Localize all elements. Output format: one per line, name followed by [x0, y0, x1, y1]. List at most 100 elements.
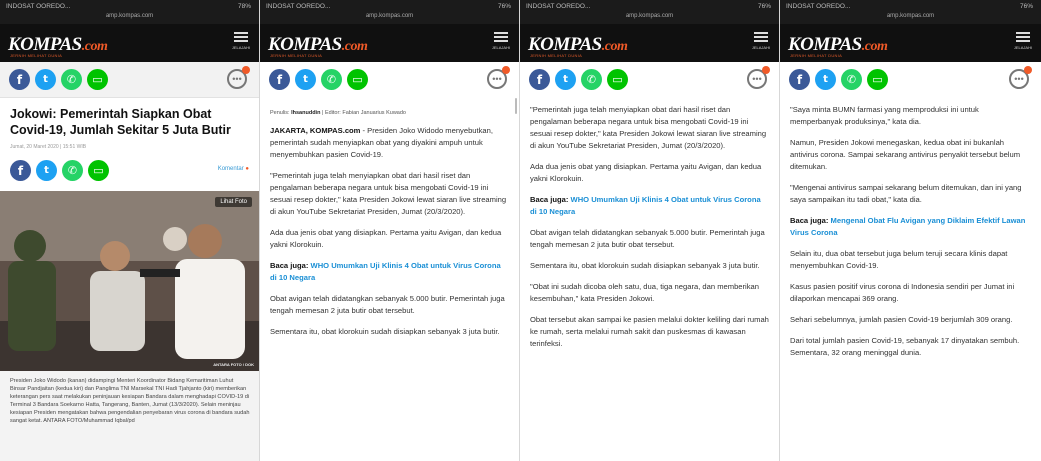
- photo-credit: ANTARA FOTO / DOK: [213, 362, 254, 367]
- share-bar: f t ✆ ▭ •••: [520, 62, 779, 98]
- status-bar: INDOSAT OOREDO... 76% amp.kompas.com: [260, 0, 519, 24]
- facebook-icon[interactable]: f: [789, 69, 810, 90]
- paragraph: Sehari sebelumnya, jumlah pasien Covid-1…: [790, 315, 1013, 324]
- lihat-foto-button[interactable]: Lihat Foto: [215, 197, 252, 207]
- paragraph: "Obat ini sudah dicoba oleh satu, dua, t…: [530, 282, 759, 303]
- phone-screen-1: INDOSAT OOREDO... 78% amp.kompas.com KOM…: [0, 0, 260, 461]
- battery: 76%: [757, 3, 771, 10]
- photo-caption: Presiden Joko Widodo (kanan) didampingi …: [0, 371, 259, 461]
- menu-button[interactable]: JELAJAHI: [491, 30, 511, 56]
- comment-icon[interactable]: •••: [1009, 66, 1032, 89]
- share-bar: f t ✆ ▭ •••: [260, 62, 519, 98]
- menu-button[interactable]: JELAJAHI: [751, 30, 771, 56]
- notification-badge: [502, 66, 510, 74]
- paragraph: Obat tersebut akan sampai ke pasien mela…: [530, 315, 769, 348]
- menu-button[interactable]: JELAJAHI: [231, 30, 251, 56]
- paragraph: Kasus pasien positif virus corona di Ind…: [790, 282, 1015, 303]
- twitter-icon[interactable]: t: [35, 69, 56, 90]
- whatsapp-icon[interactable]: ✆: [62, 160, 83, 181]
- share-bar: f t ✆ ▭ •••: [0, 62, 259, 98]
- line-icon[interactable]: ▭: [88, 160, 109, 181]
- url-bar[interactable]: amp.kompas.com: [780, 13, 1041, 19]
- line-icon[interactable]: ▭: [87, 69, 108, 90]
- facebook-icon[interactable]: f: [269, 69, 290, 90]
- carrier: INDOSAT OOREDO...: [786, 3, 851, 10]
- line-icon[interactable]: ▭: [347, 69, 368, 90]
- article-date: Jumat, 20 Maret 2020 | 15:51 WIB: [10, 144, 87, 150]
- baca-juga: Baca juga: WHO Umumkan Uji Klinis 4 Obat…: [530, 195, 761, 216]
- site-header: KOMPAS.com JERNIH MELIHAT DUNIA JELAJAHI: [780, 24, 1041, 62]
- line-icon[interactable]: ▭: [867, 69, 888, 90]
- comment-icon[interactable]: •••: [747, 66, 770, 89]
- tagline: JERNIH MELIHAT DUNIA: [790, 53, 843, 58]
- carrier: INDOSAT OOREDO...: [266, 3, 331, 10]
- carrier: INDOSAT OOREDO...: [526, 3, 591, 10]
- twitter-icon[interactable]: t: [815, 69, 836, 90]
- notification-badge: [762, 66, 770, 74]
- phone-screen-2: INDOSAT OOREDO... 76% amp.kompas.com KOM…: [260, 0, 520, 461]
- paragraph: Dari total jumlah pasien Covid-19, seban…: [790, 336, 1020, 357]
- menu-icon: [494, 32, 508, 42]
- baca-juga: Baca juga: WHO Umumkan Uji Klinis 4 Obat…: [270, 261, 501, 282]
- site-header: KOMPAS.com JERNIH MELIHAT DUNIA JELAJAHI: [260, 24, 519, 62]
- status-bar: INDOSAT OOREDO... 78% amp.kompas.com: [0, 0, 259, 24]
- paragraph: Sementara itu, obat klorokuin sudah disi…: [270, 327, 500, 336]
- paragraph: Sementara itu, obat klorokuin sudah disi…: [530, 261, 760, 270]
- whatsapp-icon[interactable]: ✆: [581, 69, 602, 90]
- url-bar[interactable]: amp.kompas.com: [260, 13, 519, 19]
- menu-icon: [1016, 32, 1030, 42]
- whatsapp-icon[interactable]: ✆: [61, 69, 82, 90]
- tagline: JERNIH MELIHAT DUNIA: [270, 53, 323, 58]
- notification-badge: [1024, 66, 1032, 74]
- facebook-icon[interactable]: f: [9, 69, 30, 90]
- paragraph: "Mengenai antivirus sampai sekarang belu…: [790, 183, 1022, 204]
- whatsapp-icon[interactable]: ✆: [841, 69, 862, 90]
- whatsapp-icon[interactable]: ✆: [321, 69, 342, 90]
- paragraph: JAKARTA, KOMPAS.com - Presiden Joko Wido…: [270, 126, 493, 159]
- article-photo[interactable]: Lihat Foto ANTARA FOTO / DOK: [0, 191, 259, 371]
- paragraph: "Saya minta BUMN farmasi yang memproduks…: [790, 105, 979, 126]
- tagline: JERNIH MELIHAT DUNIA: [10, 53, 63, 58]
- menu-icon: [234, 32, 248, 42]
- share-row: f t ✆ ▭ Komentar ●: [10, 158, 249, 186]
- phone-screen-4: INDOSAT OOREDO... 76% amp.kompas.com KOM…: [780, 0, 1041, 461]
- site-header: KOMPAS.com JERNIH MELIHAT DUNIA JELAJAHI: [520, 24, 779, 62]
- url-bar[interactable]: amp.kompas.com: [0, 13, 259, 19]
- article-headline: Jokowi: Pemerintah Siapkan Obat Covid-19…: [10, 107, 231, 137]
- comment-icon[interactable]: •••: [227, 66, 250, 89]
- facebook-icon[interactable]: f: [529, 69, 550, 90]
- byline: Penulis: Ihsanuddin | Editor: Fabian Jan…: [270, 110, 406, 116]
- battery: 76%: [1019, 3, 1033, 10]
- paragraph: Selain itu, dua obat tersebut juga belum…: [790, 249, 1008, 270]
- scrollbar[interactable]: [515, 98, 517, 114]
- twitter-icon[interactable]: t: [555, 69, 576, 90]
- photo-illustration: [0, 191, 259, 371]
- carrier: INDOSAT OOREDO...: [6, 3, 71, 10]
- baca-juga: Baca juga: Mengenal Obat Flu Avigan yang…: [790, 216, 1026, 237]
- notification-badge: [242, 66, 250, 74]
- paragraph: "Pemerintah juga telah menyiapkan obat d…: [270, 171, 507, 216]
- comment-icon[interactable]: •••: [487, 66, 510, 89]
- url-bar[interactable]: amp.kompas.com: [520, 13, 779, 19]
- battery: 76%: [497, 3, 511, 10]
- tagline: JERNIH MELIHAT DUNIA: [530, 53, 583, 58]
- line-icon[interactable]: ▭: [607, 69, 628, 90]
- paragraph: Obat avigan telah didatangkan sebanyak 5…: [530, 228, 765, 249]
- twitter-icon[interactable]: t: [36, 160, 57, 181]
- komentar-link[interactable]: Komentar ●: [218, 166, 249, 172]
- menu-button[interactable]: JELAJAHI: [1013, 30, 1033, 56]
- paragraph: "Pemerintah juga telah menyiapkan obat d…: [530, 105, 767, 150]
- paragraph: Ada dua jenis obat yang disiapkan. Perta…: [530, 162, 762, 183]
- facebook-icon[interactable]: f: [10, 160, 31, 181]
- twitter-icon[interactable]: t: [295, 69, 316, 90]
- site-header: KOMPAS.com JERNIH MELIHAT DUNIA JELAJAHI: [0, 24, 259, 62]
- status-bar: INDOSAT OOREDO... 76% amp.kompas.com: [520, 0, 779, 24]
- phone-screen-3: INDOSAT OOREDO... 76% amp.kompas.com KOM…: [520, 0, 780, 461]
- paragraph: Namun, Presiden Jokowi menegaskan, kedua…: [790, 138, 1021, 171]
- share-bar: f t ✆ ▭ •••: [780, 62, 1041, 98]
- battery: 78%: [237, 3, 251, 10]
- status-bar: INDOSAT OOREDO... 76% amp.kompas.com: [780, 0, 1041, 24]
- paragraph: Ada dua jenis obat yang disiapkan. Perta…: [270, 228, 502, 249]
- paragraph: Obat avigan telah didatangkan sebanyak 5…: [270, 294, 505, 315]
- menu-icon: [754, 32, 768, 42]
